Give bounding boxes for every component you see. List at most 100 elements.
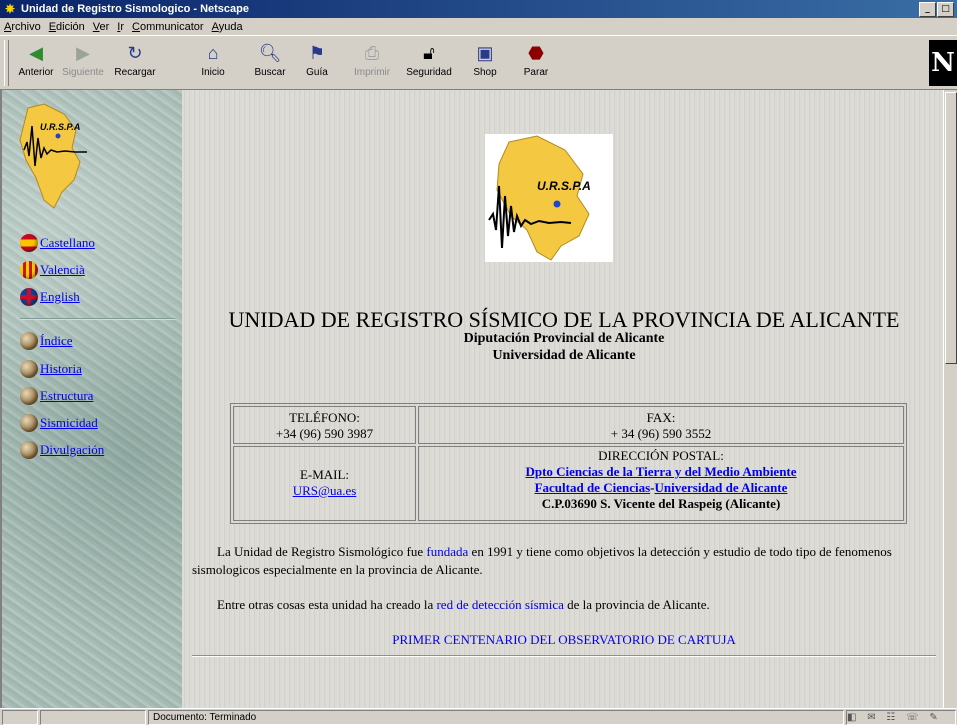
postal-line-faculty: Facultad de Ciencias-Universidad de Alic… <box>419 480 903 496</box>
security-status-icon[interactable] <box>2 710 38 725</box>
back-button[interactable]: ◀ Anterior <box>14 42 58 86</box>
lang-castellano[interactable]: Castellano <box>20 230 95 256</box>
forward-button-label: Siguiente <box>62 67 104 78</box>
component-bar-icons[interactable]: ◧ ✉ ☷ ☏ ✎ <box>846 710 956 725</box>
centenario-cartuja-link[interactable]: PRIMER CENTENARIO DEL OBSERVATORIO DE CA… <box>392 632 736 647</box>
minimize-button[interactable]: _ <box>919 1 936 17</box>
ursa-sidebar-logo[interactable] <box>14 100 94 210</box>
window-title: Unidad de Registro Sismologico - Netscap… <box>21 3 249 15</box>
globe-ball-icon <box>20 387 38 405</box>
email-link[interactable]: URS@ua.es <box>234 483 415 499</box>
email-cell: E-MAIL: URS@ua.es <box>233 446 416 521</box>
forward-button[interactable]: ▶ Siguiente <box>58 42 108 86</box>
print-icon: ⎙ <box>364 43 380 63</box>
fundada-link[interactable]: fundada <box>426 544 468 559</box>
nav-estructura-link[interactable]: Estructura <box>40 388 93 404</box>
window-controls: _ □ <box>919 1 954 17</box>
reload-icon: ↻ <box>127 43 143 63</box>
shop-button[interactable]: ▣ Shop <box>470 42 500 86</box>
fax-value: + 34 (96) 590 3552 <box>610 426 712 441</box>
postal-label: DIRECCIÓN POSTAL: <box>598 448 724 463</box>
page-title: UNIDAD DE REGISTRO SÍSMICO DE LA PROVINC… <box>228 307 900 332</box>
stop-button-label: Parar <box>523 67 549 78</box>
netscape-app-icon: ✵ <box>4 2 16 16</box>
main-logo-text: U.R.S.P.A <box>537 179 591 193</box>
netscape-throbber-logo[interactable]: N <box>929 40 957 86</box>
centenario-line: PRIMER CENTENARIO DEL OBSERVATORIO DE CA… <box>182 632 946 648</box>
vertical-scrollbar[interactable] <box>943 90 957 708</box>
guide-icon: ⚑ <box>308 43 326 63</box>
nav-historia-link[interactable]: Historia <box>40 361 82 377</box>
maximize-button[interactable]: □ <box>937 1 954 17</box>
toolbar-grip[interactable] <box>4 40 9 86</box>
universidad-alicante-link[interactable]: Universidad de Alicante <box>655 480 788 495</box>
lang-english-link[interactable]: English <box>40 289 80 305</box>
ursa-map-seismogram-graphic <box>488 135 590 261</box>
status-text: Documento: Terminado <box>148 710 844 725</box>
reload-button-label: Recargar <box>114 67 156 78</box>
contact-table: TELÉFONO: +34 (96) 590 3987 FAX: + 34 (9… <box>230 403 907 524</box>
phone-cell: TELÉFONO: +34 (96) 590 3987 <box>233 406 416 444</box>
statusbar: Documento: Terminado ◧ ✉ ☷ ☏ ✎ <box>0 708 957 725</box>
valencia-flag-icon <box>20 261 38 279</box>
lang-castellano-link[interactable]: Castellano <box>40 235 95 251</box>
print-button[interactable]: ⎙ Imprimir <box>354 42 390 86</box>
network-text-start: Entre otras cosas esta unidad ha creado … <box>217 597 437 612</box>
search-icon: 🔍︎ <box>258 43 282 63</box>
shop-button-label: Shop <box>473 67 497 78</box>
nav-divulgacion-link[interactable]: Divulgación <box>40 442 104 458</box>
home-icon: ⌂ <box>207 43 219 63</box>
nav-item-indice[interactable]: Índice <box>20 328 72 354</box>
navigation-toolbar: ◀ Anterior ▶ Siguiente ↻ Recargar ⌂ Inic… <box>0 35 957 90</box>
search-button[interactable]: 🔍︎ Buscar <box>248 42 292 86</box>
uk-flag-icon <box>20 288 38 306</box>
globe-ball-icon <box>20 414 38 432</box>
menu-edicion[interactable]: Edición <box>45 21 89 33</box>
intro-paragraph: La Unidad de Registro Sismológico fue fu… <box>192 543 932 579</box>
security-lock-icon: 🔓︎ <box>423 43 435 63</box>
nav-item-historia[interactable]: Historia <box>20 356 82 382</box>
nav-sismicidad-link[interactable]: Sismicidad <box>40 415 98 431</box>
menu-archivo[interactable]: Archivo <box>0 21 45 33</box>
facultad-ciencias-link[interactable]: Facultad de Ciencias <box>535 480 651 495</box>
menubar: Archivo Edición Ver Ir Communicator Ayud… <box>0 18 957 35</box>
back-arrow-icon: ◀ <box>29 43 43 63</box>
forward-arrow-icon: ▶ <box>76 43 90 63</box>
menu-ayuda[interactable]: Ayuda <box>208 21 247 33</box>
lang-valencia[interactable]: Valencià <box>20 257 85 283</box>
globe-ball-icon <box>20 360 38 378</box>
content-divider <box>192 655 936 657</box>
phone-value: +34 (96) 590 3987 <box>275 426 374 441</box>
back-button-label: Anterior <box>18 67 54 78</box>
phone-label: TELÉFONO: <box>289 410 360 425</box>
postal-address: C.P.03690 S. Vicente del Raspeig (Alican… <box>541 496 781 511</box>
nav-item-estructura[interactable]: Estructura <box>20 383 93 409</box>
progress-bar <box>40 710 146 725</box>
home-button[interactable]: ⌂ Inicio <box>196 42 230 86</box>
menu-communicator[interactable]: Communicator <box>128 21 208 33</box>
globe-ball-icon <box>20 441 38 459</box>
page-subtitle-universidad: Universidad de Alicante <box>492 348 636 363</box>
lang-valencia-link[interactable]: Valencià <box>40 262 85 278</box>
menu-ver[interactable]: Ver <box>89 21 114 33</box>
print-button-label: Imprimir <box>354 67 391 78</box>
red-deteccion-link[interactable]: red de detección sísmica <box>436 597 563 612</box>
postal-cell: DIRECCIÓN POSTAL: Dpto Ciencias de la Ti… <box>418 446 904 521</box>
menu-ir[interactable]: Ir <box>113 21 128 33</box>
stop-button[interactable]: ⬣ Parar <box>520 42 552 86</box>
page-viewport: U.R.S.P.A Castellano Valencià English Ín… <box>0 90 957 708</box>
main-content: U.R.S.P.A UNIDAD DE REGISTRO SÍSMICO DE … <box>182 90 946 708</box>
scrollbar-thumb[interactable] <box>945 92 957 364</box>
dpto-ciencias-link[interactable]: Dpto Ciencias de la Tierra y del Medio A… <box>419 464 903 480</box>
guide-button[interactable]: ⚑ Guía <box>300 42 334 86</box>
nav-item-sismicidad[interactable]: Sismicidad <box>20 410 98 436</box>
home-button-label: Inicio <box>201 67 225 78</box>
nav-item-divulgacion[interactable]: Divulgación <box>20 437 104 463</box>
sidebar-logo-text: U.R.S.P.A <box>40 122 81 132</box>
security-button[interactable]: 🔓︎ Seguridad <box>404 42 454 86</box>
reload-button[interactable]: ↻ Recargar <box>112 42 158 86</box>
globe-ball-icon <box>20 332 38 350</box>
ursa-main-logo: U.R.S.P.A <box>485 134 613 262</box>
nav-indice-link[interactable]: Índice <box>40 333 72 349</box>
lang-english[interactable]: English <box>20 284 80 310</box>
